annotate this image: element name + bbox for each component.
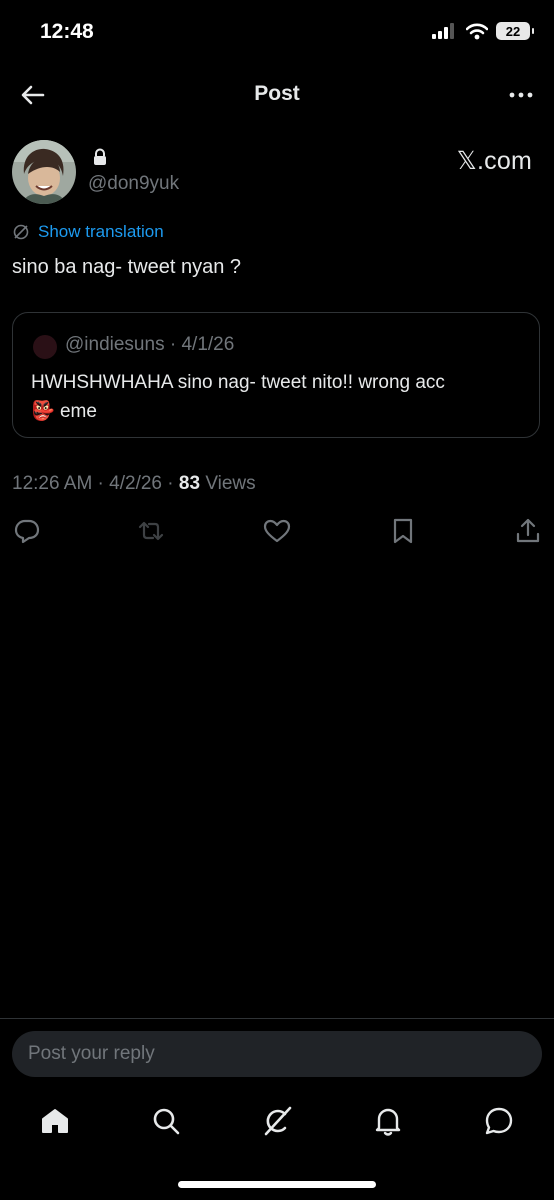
share-icon (516, 518, 540, 543)
signal-icon (432, 23, 454, 39)
search-icon (153, 1108, 180, 1135)
source-label: 𝕏.com (456, 147, 532, 175)
wifi-icon (466, 23, 488, 39)
quote-text: HWHSHWHAHA sino nag- tweet nito!! wrong … (31, 368, 531, 426)
retweet-icon (138, 521, 164, 541)
like-button[interactable] (262, 516, 292, 546)
quote-avatar (33, 335, 57, 359)
status-icons: 22 (432, 22, 534, 40)
tweet-meta: 12:26 AM · 4/2/26 · 83 Views (12, 473, 256, 494)
nav-home[interactable] (38, 1104, 72, 1138)
tweet-time: 12:26 AM (12, 473, 93, 494)
tweet-text: sino ba nag- tweet nyan ? (12, 256, 242, 278)
nav-messages[interactable] (482, 1104, 516, 1138)
battery-icon: 22 (496, 22, 534, 40)
quote-text-line2: eme (59, 401, 97, 422)
share-button[interactable] (513, 516, 543, 546)
home-icon (42, 1109, 68, 1133)
author-avatar[interactable] (12, 140, 76, 204)
grok-icon (264, 1106, 292, 1136)
quote-date: 4/1/26 (181, 334, 235, 355)
status-time: 12:48 (40, 20, 94, 43)
nav-notifications[interactable] (371, 1104, 405, 1138)
views-label: Views (205, 473, 256, 494)
retweet-button[interactable] (136, 516, 166, 546)
author-handle[interactable]: @don9yuk (88, 173, 179, 195)
reply-button[interactable] (12, 516, 42, 546)
nav-search[interactable] (149, 1104, 183, 1138)
show-translation-link[interactable]: Show translation (12, 222, 164, 242)
quote-meta: @indiesuns · 4/1/26 (65, 334, 235, 355)
reply-input[interactable]: Post your reply (12, 1031, 542, 1077)
more-button[interactable] (506, 80, 536, 110)
more-icon (509, 92, 533, 98)
nav-grok[interactable] (260, 1104, 294, 1138)
goblin-emoji: 👺 (31, 401, 55, 422)
quote-text-line1: HWHSHWHAHA sino nag- tweet nito!! wrong … (31, 372, 445, 393)
reply-divider (0, 1018, 554, 1019)
messages-icon (485, 1107, 513, 1135)
notifications-icon (375, 1108, 401, 1136)
lock-icon (92, 148, 108, 166)
bookmark-icon (393, 518, 413, 544)
quoted-tweet[interactable]: @indiesuns · 4/1/26 HWHSHWHAHA sino nag-… (12, 312, 540, 438)
tweet-date: 4/2/26 (109, 473, 162, 494)
show-translation-label: Show translation (38, 222, 164, 241)
page-title: Post (254, 82, 300, 105)
quote-handle: @indiesuns (65, 334, 165, 355)
views-count: 83 (178, 473, 201, 494)
globe-icon (13, 224, 29, 240)
bookmark-button[interactable] (388, 516, 418, 546)
home-indicator (178, 1181, 376, 1188)
like-icon (263, 519, 291, 543)
reply-icon (14, 519, 40, 544)
